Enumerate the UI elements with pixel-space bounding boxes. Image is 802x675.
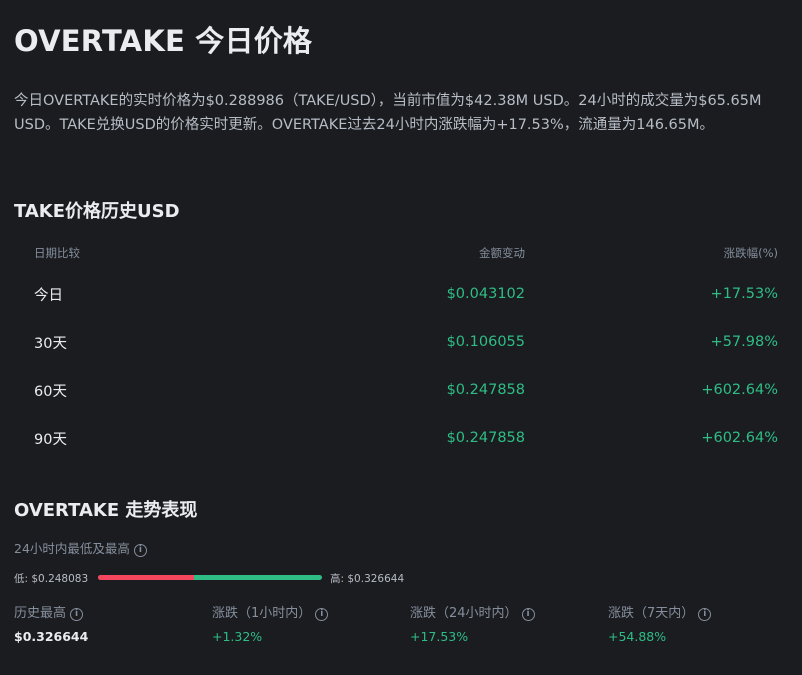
- stat-label: 历史最高: [14, 606, 67, 621]
- header-change: 金额变动: [479, 246, 525, 260]
- row-percent: +57.98%: [710, 334, 778, 350]
- stat-value: +17.53%: [410, 629, 469, 644]
- price-history-table: 日期比较 金额变动 涨跌幅(%) 今日 $0.043102 +17.53% 30…: [14, 236, 784, 462]
- page-title: OVERTAKE 今日价格: [14, 24, 313, 58]
- stat-label: 涨跌（1小时内）: [212, 606, 312, 621]
- stat-label: 涨跌（7天内）: [608, 606, 695, 621]
- row-percent: +602.64%: [701, 382, 778, 398]
- price-page: OVERTAKE 今日价格 今日OVERTAKE的实时价格为$0.288986（…: [0, 0, 802, 675]
- row-period: 30天: [34, 335, 67, 352]
- info-circle-icon[interactable]: i: [70, 608, 84, 621]
- stat-ath: 历史最高 i $0.326644: [14, 602, 88, 644]
- info-circle-icon[interactable]: i: [133, 544, 147, 557]
- row-change: $0.106055: [446, 334, 525, 350]
- price-description: 今日OVERTAKE的实时价格为$0.288986（TAKE/USD），当前市值…: [14, 93, 762, 133]
- table-row: 30天 $0.106055 +57.98%: [14, 318, 784, 366]
- stat-value: +54.88%: [608, 629, 667, 644]
- row-percent: +17.53%: [710, 286, 778, 302]
- row-period: 今日: [34, 287, 63, 304]
- performance-title: OVERTAKE 走势表现: [14, 500, 198, 521]
- table-row: 90天 $0.247858 +602.64%: [14, 414, 784, 462]
- range-low: 低: $0.248083: [14, 573, 89, 585]
- table-row: 60天 $0.247858 +602.64%: [14, 366, 784, 414]
- stat-value: +1.32%: [212, 629, 263, 644]
- stat-change-1h: 涨跌（1小时内） i +1.32%: [212, 602, 329, 644]
- header-percent: 涨跌幅(%): [723, 246, 778, 260]
- stat-label: 涨跌（24小时内）: [410, 606, 518, 621]
- range-label-container: 24小时内最低及最高 i: [14, 538, 147, 557]
- stat-change-24h: 涨跌（24小时内） i +17.53%: [410, 602, 535, 644]
- row-change: $0.247858: [446, 382, 525, 398]
- range-label: 24小时内最低及最高: [14, 541, 130, 556]
- info-circle-icon[interactable]: i: [698, 608, 712, 621]
- range-bar: [98, 575, 322, 580]
- table-header-row: 日期比较 金额变动 涨跌幅(%): [14, 236, 784, 270]
- info-circle-icon[interactable]: i: [521, 608, 535, 621]
- header-period: 日期比较: [34, 246, 80, 260]
- row-period: 60天: [34, 383, 67, 400]
- stat-value: $0.326644: [14, 629, 89, 644]
- range-bar-low-segment: [98, 575, 195, 580]
- row-change: $0.247858: [446, 430, 525, 446]
- row-change: $0.043102: [446, 286, 525, 302]
- stat-change-7d: 涨跌（7天内） i +54.88%: [608, 602, 712, 644]
- history-title: TAKE价格历史USD: [14, 201, 180, 222]
- row-percent: +602.64%: [701, 430, 778, 446]
- info-circle-icon[interactable]: i: [315, 608, 329, 621]
- row-period: 90天: [34, 431, 67, 448]
- range-high: 高: $0.326644: [330, 573, 405, 585]
- table-row: 今日 $0.043102 +17.53%: [14, 270, 784, 318]
